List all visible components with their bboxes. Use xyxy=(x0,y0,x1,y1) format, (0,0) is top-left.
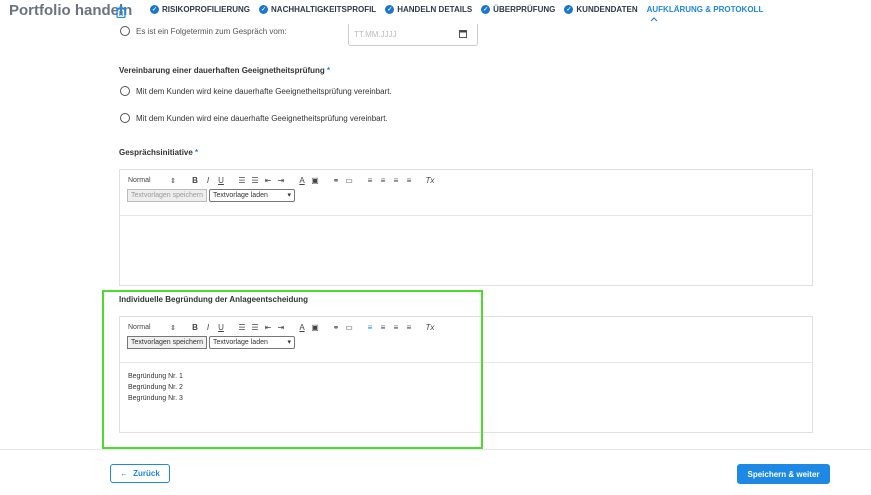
text-color-icon[interactable]: A xyxy=(297,176,307,185)
reason-text-area[interactable]: Begründung Nr. 1 Begründung Nr. 2 Begrün… xyxy=(120,363,812,412)
background-color-icon[interactable]: ▣ xyxy=(310,176,320,185)
check-icon: ✓ xyxy=(259,5,269,14)
suitability-label: Vereinbarung einer dauerhaften Geeigneth… xyxy=(119,66,331,75)
radio-button[interactable] xyxy=(120,113,130,123)
check-icon: ✓ xyxy=(564,5,574,14)
align-right-icon[interactable]: ≡ xyxy=(391,176,401,185)
outdent-icon[interactable]: ⇤ xyxy=(263,323,273,332)
align-right-icon[interactable]: ≡ xyxy=(391,323,401,332)
text-color-icon[interactable]: A xyxy=(297,323,307,332)
underline-button[interactable]: U xyxy=(216,323,226,332)
step-ueberpruefung[interactable]: ✓ ÜBERPRÜFUNG xyxy=(481,5,555,14)
editor-toolbar: Normal ⇕ B I U ☰ ☰ ⇤ ⇥ A ▣ ⚭ ▭ ≡ ≡ ≡ ≡ T… xyxy=(120,170,812,216)
format-select[interactable]: Normal ⇕ xyxy=(128,324,176,332)
step-handeln-details[interactable]: ✓ HANDELN DETAILS xyxy=(385,5,472,14)
initiative-text-area[interactable] xyxy=(120,216,812,232)
link-icon[interactable]: ⚭ xyxy=(331,176,341,185)
step-kundendaten[interactable]: ✓ KUNDENDATEN xyxy=(564,5,638,14)
indent-icon[interactable]: ⇥ xyxy=(276,323,286,332)
page-title: Portfolio handeln xyxy=(9,2,133,19)
followup-date-input[interactable]: TT.MM.JJJJ xyxy=(348,24,478,46)
calendar-icon[interactable] xyxy=(459,29,467,38)
image-icon[interactable]: ▭ xyxy=(344,176,354,185)
initiative-editor[interactable]: Normal ⇕ B I U ☰ ☰ ⇤ ⇥ A ▣ ⚭ ▭ ≡ ≡ ≡ ≡ T… xyxy=(119,169,813,286)
align-justify-icon[interactable]: ≡ xyxy=(404,176,414,185)
chevron-down-icon: ▾ xyxy=(287,339,291,346)
trash-icon[interactable] xyxy=(116,6,126,18)
main-content: Es ist ein Folgetermin zum Gespräch vom:… xyxy=(0,24,871,449)
check-icon: ✓ xyxy=(481,5,491,14)
load-template-select[interactable]: Textvorlage laden ▾ xyxy=(209,189,295,202)
reason-line: Begründung Nr. 2 xyxy=(128,384,183,391)
bullet-list-icon[interactable]: ☰ xyxy=(250,323,260,332)
align-justify-icon[interactable]: ≡ xyxy=(404,323,414,332)
load-template-select[interactable]: Textvorlage laden ▾ xyxy=(209,336,295,349)
chevron-down-icon: ▾ xyxy=(287,192,291,199)
stepper: ✓ RISIKOPROFILIERUNG ✓ NACHHALTIGKEITSPROF… xyxy=(150,5,772,14)
step-nachhaltigkeitsprofil[interactable]: ✓ NACHHALTIGKEITSPROFIL xyxy=(259,5,376,14)
align-left-icon[interactable]: ≡ xyxy=(365,323,375,332)
followup-radio-row[interactable]: Es ist ein Folgetermin zum Gespräch vom: xyxy=(120,26,287,36)
link-icon[interactable]: ⚭ xyxy=(331,323,341,332)
align-left-icon[interactable]: ≡ xyxy=(365,176,375,185)
check-icon: ✓ xyxy=(150,5,159,14)
suitability-option-none[interactable]: Mit dem Kunden wird keine dauerhafte Gee… xyxy=(120,86,392,96)
image-icon[interactable]: ▭ xyxy=(344,323,354,332)
radio-button[interactable] xyxy=(120,86,130,96)
save-template-button[interactable]: Textvorlagen speichern xyxy=(127,189,207,202)
outdent-icon[interactable]: ⇤ xyxy=(263,176,273,185)
reason-editor[interactable]: Normal ⇕ B I U ☰ ☰ ⇤ ⇥ A ▣ ⚭ ▭ ≡ ≡ ≡ ≡ T… xyxy=(119,316,813,433)
reason-line: Begründung Nr. 3 xyxy=(128,395,183,402)
check-icon: ✓ xyxy=(385,5,395,14)
save-template-button[interactable]: Textvorlagen speichern xyxy=(127,336,207,349)
save-and-continue-button[interactable]: Speichern & weiter xyxy=(737,464,830,484)
reason-line: Begründung Nr. 1 xyxy=(128,373,183,380)
ordered-list-icon[interactable]: ☰ xyxy=(237,176,247,185)
back-button[interactable]: ← Zurück xyxy=(110,464,170,483)
editor-toolbar: Normal ⇕ B I U ☰ ☰ ⇤ ⇥ A ▣ ⚭ ▭ ≡ ≡ ≡ ≡ T… xyxy=(120,317,812,363)
footer-bar: ← Zurück Speichern & weiter xyxy=(0,449,871,495)
bold-button[interactable]: B xyxy=(190,176,200,185)
underline-button[interactable]: U xyxy=(216,176,226,185)
reason-label: Individuelle Begründung der Anlageentsch… xyxy=(119,295,309,304)
followup-radio[interactable] xyxy=(120,26,130,36)
align-center-icon[interactable]: ≡ xyxy=(378,176,388,185)
suitability-option-agreed[interactable]: Mit dem Kunden wird eine dauerhafte Geei… xyxy=(120,113,388,123)
format-select[interactable]: Normal ⇕ xyxy=(128,177,176,185)
chevron-up-icon xyxy=(650,17,658,22)
arrow-left-icon: ← xyxy=(120,469,129,478)
clear-format-icon[interactable]: Tx xyxy=(425,323,435,332)
bold-button[interactable]: B xyxy=(190,323,200,332)
initiative-label: Gesprächsinitiative * xyxy=(119,148,199,157)
background-color-icon[interactable]: ▣ xyxy=(310,323,320,332)
italic-button[interactable]: I xyxy=(203,323,213,332)
indent-icon[interactable]: ⇥ xyxy=(276,176,286,185)
step-risikoprofilierung[interactable]: ✓ RISIKOPROFILIERUNG xyxy=(150,5,250,14)
align-center-icon[interactable]: ≡ xyxy=(378,323,388,332)
step-aufklaerung-protokoll[interactable]: AUFKLÄRUNG & PROTOKOLL xyxy=(647,5,764,14)
italic-button[interactable]: I xyxy=(203,176,213,185)
ordered-list-icon[interactable]: ☰ xyxy=(237,323,247,332)
bullet-list-icon[interactable]: ☰ xyxy=(250,176,260,185)
clear-format-icon[interactable]: Tx xyxy=(425,176,435,185)
top-header: Portfolio handeln ✓ RISIKOPROFILIERUNG ✓ N… xyxy=(0,0,871,24)
